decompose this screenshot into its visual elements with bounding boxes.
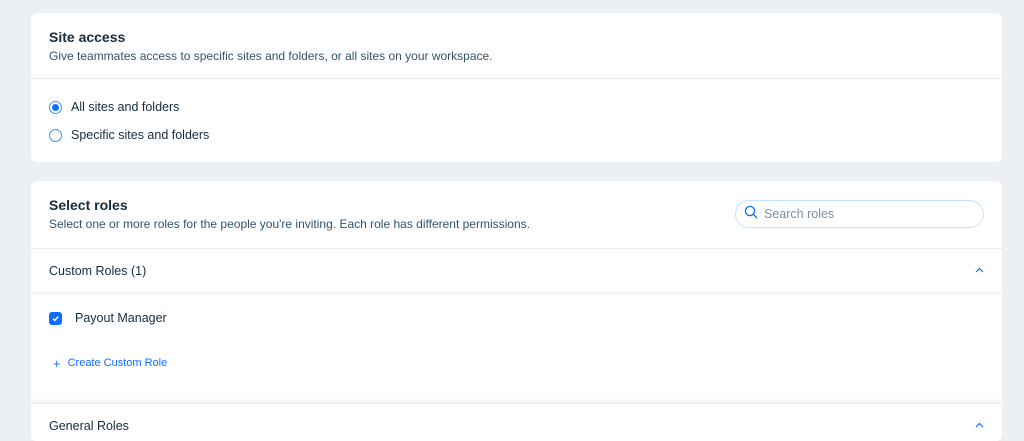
- radio-specific-sites-label: Specific sites and folders: [71, 128, 210, 142]
- radio-specific-sites[interactable]: Specific sites and folders: [49, 128, 209, 142]
- general-roles-section-header[interactable]: General Roles: [31, 403, 1002, 441]
- search-roles-box[interactable]: [735, 200, 984, 228]
- radio-all-sites-label: All sites and folders: [71, 100, 180, 114]
- site-access-title: Site access: [49, 29, 126, 45]
- chevron-up-icon[interactable]: [975, 265, 984, 276]
- plus-icon: +: [53, 355, 61, 371]
- select-roles-card: Select roles Select one or more roles fo…: [31, 181, 1002, 441]
- general-roles-label: General Roles: [49, 418, 129, 433]
- radio-unchecked-icon[interactable]: [49, 128, 62, 142]
- create-custom-role-label: Create Custom Role: [67, 357, 168, 369]
- role-checkbox-payout-manager[interactable]: Payout Manager: [49, 311, 167, 325]
- checkbox-checked-icon[interactable]: [49, 311, 62, 325]
- create-custom-role-button[interactable]: + Create Custom Role: [53, 355, 168, 371]
- site-access-subtitle: Give teammates access to specific sites …: [49, 49, 493, 63]
- search-roles-input[interactable]: [764, 207, 964, 221]
- site-access-card: Site access Give teammates access to spe…: [31, 13, 1002, 162]
- divider: [31, 78, 1002, 79]
- custom-roles-label: Custom Roles (1): [49, 263, 147, 278]
- site-access-header: Site access Give teammates access to spe…: [31, 13, 1002, 64]
- custom-roles-section-header[interactable]: Custom Roles (1): [31, 248, 1002, 292]
- role-label: Payout Manager: [75, 311, 167, 325]
- search-icon: [744, 205, 758, 224]
- radio-checked-icon[interactable]: [49, 100, 62, 114]
- radio-all-sites[interactable]: All sites and folders: [49, 100, 179, 114]
